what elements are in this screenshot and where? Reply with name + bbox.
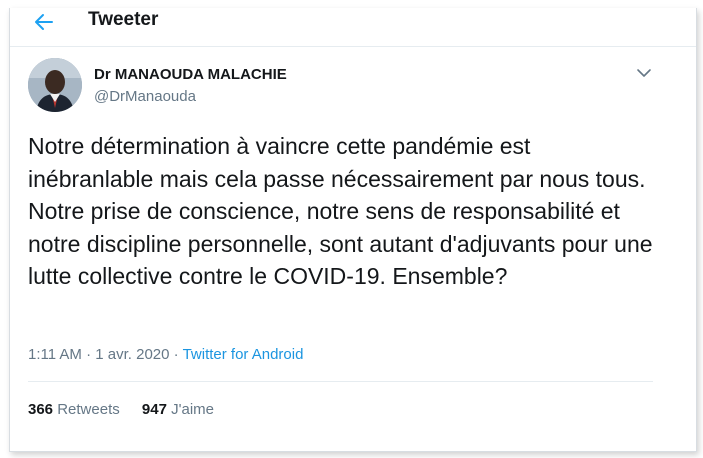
author-handle[interactable]: @DrManaouda — [94, 88, 196, 105]
retweets-count: 366 — [28, 401, 54, 418]
author-name[interactable]: Dr MANAOUDA MALACHIE — [94, 66, 287, 83]
retweets-stat[interactable]: 366 Retweets — [28, 401, 120, 418]
tweet-date[interactable]: 1 avr. 2020 — [95, 346, 169, 363]
meta-separator: · — [81, 346, 96, 363]
back-button[interactable] — [32, 10, 56, 34]
top-bar: Tweeter — [10, 8, 696, 47]
tweet-time[interactable]: 1:11 AM — [28, 346, 82, 363]
likes-count: 947 — [141, 401, 167, 418]
divider — [28, 381, 653, 382]
retweets-label: Retweets — [57, 401, 120, 418]
tweet-stats: 366 Retweets 947 J'aime — [28, 401, 232, 418]
likes-label: J'aime — [171, 401, 214, 418]
tweet-meta: 1:11 AM · 1 avr. 2020 · Twitter for Andr… — [28, 346, 303, 363]
avatar-photo — [28, 58, 82, 112]
more-options-button[interactable] — [636, 66, 652, 78]
avatar[interactable] — [28, 58, 82, 112]
page-title: Tweeter — [88, 9, 159, 30]
meta-separator: · — [169, 346, 183, 363]
tweet-text: Notre détermination à vaincre cette pand… — [28, 133, 653, 289]
likes-stat[interactable]: 947 J'aime — [142, 401, 214, 418]
tweet-source-link[interactable]: Twitter for Android — [183, 346, 304, 363]
arrow-left-icon — [35, 14, 53, 30]
tweet-window: Tweeter Dr MANAOUDA MALACHIE @DrManaouda… — [9, 8, 697, 452]
chevron-down-icon — [637, 69, 651, 77]
